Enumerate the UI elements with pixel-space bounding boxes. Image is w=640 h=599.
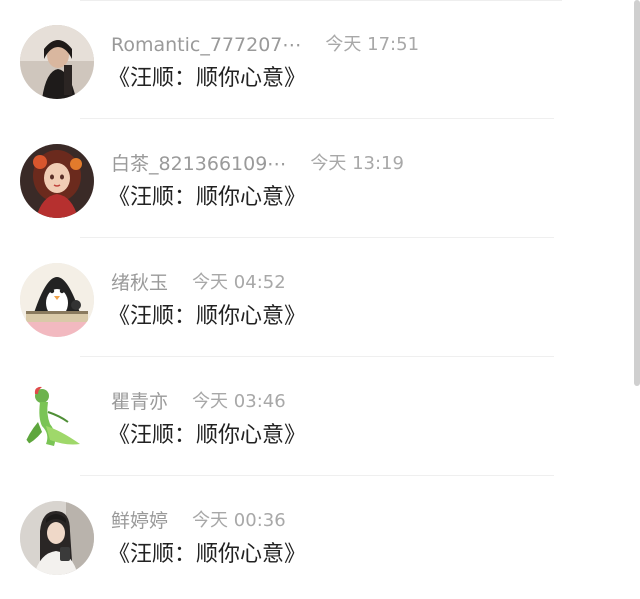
comment-meta: 瞿青亦 今天 03:46: [111, 389, 286, 415]
comment-time: 今天 17:51: [325, 34, 420, 55]
comment-item[interactable]: 鲜婷婷 今天 00:36 《汪顺：顺你心意》: [0, 476, 640, 595]
comment-message: 《汪顺：顺你心意》: [108, 423, 307, 448]
comment-message: 《汪顺：顺你心意》: [108, 304, 307, 329]
comment-time: 今天 00:36: [192, 510, 286, 531]
comment-item[interactable]: Romantic_777207⋯ 今天 17:51 《汪顺：顺你心意》: [0, 0, 640, 119]
username[interactable]: 绪秋玉: [111, 270, 168, 296]
scrollbar[interactable]: [634, 0, 640, 386]
comment-time: 今天 03:46: [192, 391, 286, 412]
comment-message: 《汪顺：顺你心意》: [108, 185, 307, 210]
avatar-image: [20, 501, 94, 575]
username[interactable]: Romantic_777207⋯: [111, 32, 301, 58]
comment-item[interactable]: 瞿青亦 今天 03:46 《汪顺：顺你心意》: [0, 357, 640, 476]
comment-time: 今天 04:52: [192, 272, 286, 293]
avatar-image: [20, 263, 94, 337]
comment-item[interactable]: 绪秋玉 今天 04:52 《汪顺：顺你心意》: [0, 238, 640, 357]
avatar-image: [20, 144, 94, 218]
user-avatar-dark-portrait-icon[interactable]: [20, 25, 94, 99]
comment-time: 今天 13:19: [310, 153, 404, 174]
comment-meta: 鲜婷婷 今天 00:36: [111, 508, 286, 534]
comment-message: 《汪顺：顺你心意》: [108, 66, 307, 91]
comment-item[interactable]: 白茶_821366109⋯ 今天 13:19 《汪顺：顺你心意》: [0, 119, 640, 238]
user-avatar-girl-photo-icon[interactable]: [20, 501, 94, 575]
user-avatar-green-creature-icon[interactable]: [20, 382, 94, 456]
comment-meta: 白茶_821366109⋯ 今天 13:19: [111, 151, 404, 177]
comment-meta: Romantic_777207⋯ 今天 17:51: [111, 32, 419, 58]
username[interactable]: 瞿青亦: [111, 389, 168, 415]
avatar-image: [20, 382, 94, 456]
comment-meta: 绪秋玉 今天 04:52: [111, 270, 286, 296]
avatar-image: [20, 25, 94, 99]
user-avatar-penguin-icon[interactable]: [20, 263, 94, 337]
user-avatar-anime-girl-icon[interactable]: [20, 144, 94, 218]
username[interactable]: 鲜婷婷: [111, 508, 168, 534]
comment-message: 《汪顺：顺你心意》: [108, 542, 307, 567]
username[interactable]: 白茶_821366109⋯: [111, 151, 286, 177]
